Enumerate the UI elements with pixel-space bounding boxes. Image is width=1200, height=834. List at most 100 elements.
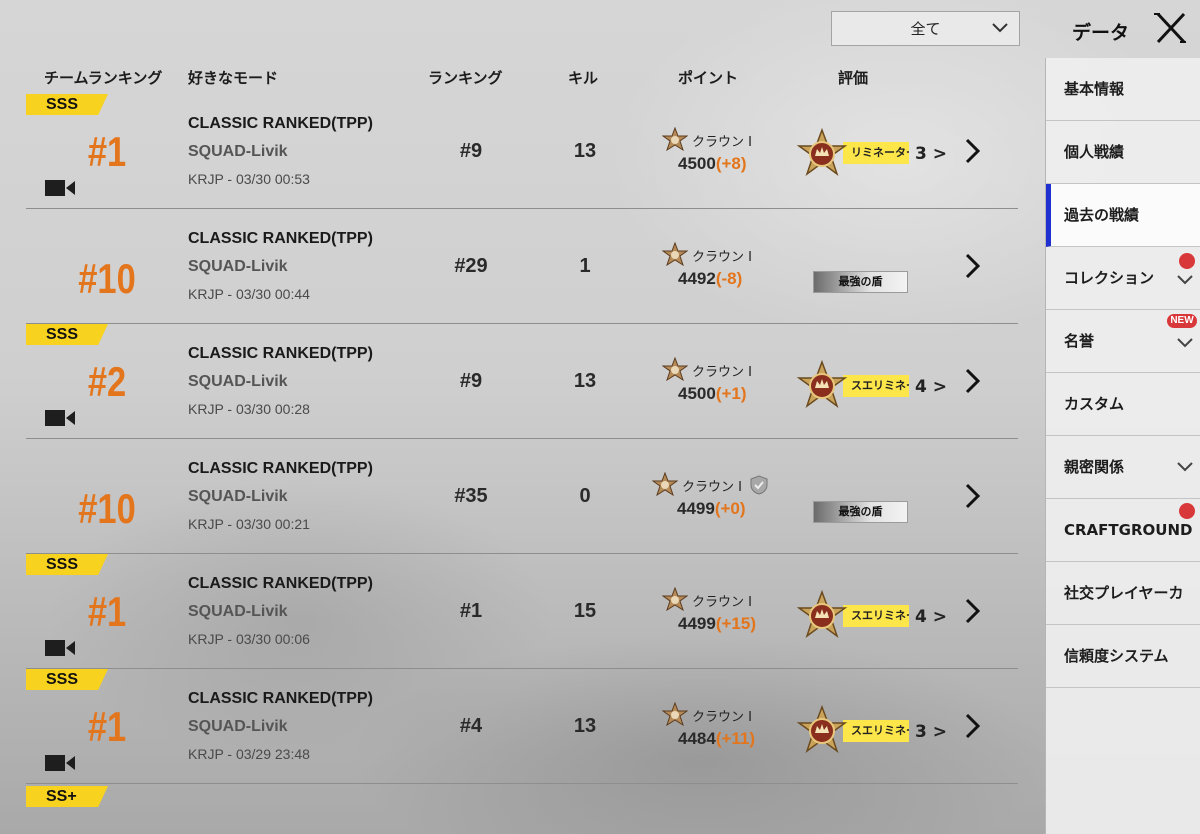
tier-name: クラウン Ⅰ <box>682 479 742 495</box>
match-row[interactable]: #10 CLASSIC RANKED(TPP) SQUAD-Livik KRJP - … <box>26 439 1018 554</box>
sidebar-item-relationships[interactable]: 親密関係 <box>1046 436 1200 499</box>
points-total: 4499 <box>677 499 715 518</box>
match-ranking: #9 <box>459 140 483 162</box>
match-row[interactable]: SSS #1 CLASSIC RANKED(TPP) SQUAD-Livik KRJP… <box>26 669 1018 784</box>
match-mode: CLASSIC RANKED(TPP) <box>188 115 373 132</box>
honor-tag: スエリミネー <box>843 605 909 627</box>
video-replay-icon[interactable] <box>44 638 76 658</box>
chevron-right-icon[interactable] <box>962 137 984 165</box>
points-delta: (+11) <box>715 729 756 748</box>
match-kills: 0 <box>579 485 591 507</box>
sidebar-item-label: 信頼度システム <box>1064 647 1169 665</box>
match-row[interactable]: SSS #2 CLASSIC RANKED(TPP) SQUAD-Livik KRJP… <box>26 324 1018 439</box>
sidebar-item-craftground[interactable]: CRAFTGROUND <box>1046 499 1200 562</box>
match-row[interactable]: SSS #1 CLASSIC RANKED(TPP) SQUAD-Livik KRJP… <box>26 554 1018 669</box>
chevron-right-icon[interactable] <box>962 712 984 740</box>
points-delta: (+0) <box>714 499 746 518</box>
medal-icon[interactable] <box>796 128 848 180</box>
col-ranking: ランキング <box>428 69 503 87</box>
video-replay-icon[interactable] <box>44 753 76 773</box>
match-row[interactable]: SSS #1 CLASSIC RANKED(TPP) SQUAD-Livik KRJP… <box>26 94 1018 209</box>
match-kills: 13 <box>573 370 597 392</box>
video-replay-icon[interactable] <box>44 178 76 198</box>
sidebar-item-label: CRAFTGROUND <box>1064 521 1193 539</box>
chevron-right-icon[interactable] <box>962 252 984 280</box>
sidebar-item-basic-info[interactable]: 基本情報 <box>1046 58 1200 121</box>
medal-icon[interactable] <box>796 705 848 757</box>
match-kills: 13 <box>573 140 597 162</box>
team-place: #10 <box>78 485 136 532</box>
honor-count[interactable]: 3 > <box>915 722 947 742</box>
match-ranking: #1 <box>459 600 483 622</box>
chevron-right-icon[interactable] <box>962 367 984 395</box>
sidebar: 基本情報 個人戦績 過去の戦績 コレクション 名誉 NEW カスタム 親密関係 … <box>1045 58 1200 834</box>
medal-icon[interactable] <box>796 590 848 642</box>
points-total: 4499 <box>678 614 716 633</box>
team-place: #1 <box>87 128 127 175</box>
match-filter-dropdown[interactable]: 全て <box>831 11 1020 46</box>
match-date: KRJP - 03/30 00:06 <box>188 631 310 647</box>
match-date: KRJP - 03/30 00:21 <box>188 516 310 532</box>
match-mode: CLASSIC RANKED(TPP) <box>188 230 373 247</box>
sidebar-item-personal-stats[interactable]: 個人戦績 <box>1046 121 1200 184</box>
sidebar-item-match-history[interactable]: 過去の戦績 <box>1046 184 1200 247</box>
medal-icon[interactable] <box>796 360 848 412</box>
match-submode: SQUAD-Livik <box>188 488 288 505</box>
match-date: KRJP - 03/30 00:53 <box>188 171 310 187</box>
points-delta: (+1) <box>715 384 747 403</box>
chevron-right-icon[interactable] <box>962 482 984 510</box>
match-ranking: #29 <box>454 255 488 277</box>
match-submode: SQUAD-Livik <box>188 718 288 735</box>
chevron-down-icon <box>1177 338 1193 348</box>
col-kills: キル <box>568 69 599 87</box>
crown-tier-icon <box>662 702 688 727</box>
gift-icon <box>1179 503 1195 519</box>
chevron-right-icon[interactable] <box>962 597 984 625</box>
tier-name: クラウン Ⅰ <box>692 134 752 150</box>
gift-icon <box>1179 253 1195 269</box>
new-badge: NEW <box>1167 314 1197 328</box>
col-fav-mode: 好きなモード <box>188 69 279 87</box>
sidebar-item-trust-system[interactable]: 信頼度システム <box>1046 625 1200 688</box>
honor-tag: リミネーター <box>843 142 909 164</box>
sidebar-item-label: 親密関係 <box>1064 458 1125 476</box>
tier-name: クラウン Ⅰ <box>692 249 752 265</box>
chevron-down-icon <box>992 23 1008 33</box>
rank-badge: SSS <box>26 324 108 345</box>
match-kills: 13 <box>573 715 597 737</box>
match-mode: CLASSIC RANKED(TPP) <box>188 345 373 362</box>
crown-tier-icon <box>662 242 688 267</box>
match-points: 4500(+1) <box>678 384 747 404</box>
sidebar-item-custom[interactable]: カスタム <box>1046 373 1200 436</box>
video-replay-icon[interactable] <box>44 408 76 428</box>
sidebar-item-label: カスタム <box>1064 395 1125 413</box>
rank-badge: SSS <box>26 94 108 115</box>
tier-name: クラウン Ⅰ <box>692 594 752 610</box>
honor-count[interactable]: 3 > <box>915 144 947 164</box>
match-kills: 15 <box>573 600 597 622</box>
crown-tier-icon <box>662 587 688 612</box>
page-title: データ <box>1072 22 1130 44</box>
sidebar-item-label: 名誉 <box>1064 332 1095 350</box>
match-row[interactable]: #10 CLASSIC RANKED(TPP) SQUAD-Livik KRJP - … <box>26 209 1018 324</box>
match-kills: 1 <box>579 255 591 277</box>
sidebar-item-label: 社交プレイヤーカ <box>1064 584 1184 602</box>
match-submode: SQUAD-Livik <box>188 373 288 390</box>
close-icon[interactable] <box>1150 10 1190 46</box>
shield-icon <box>750 475 768 495</box>
honor-count[interactable]: 4 > <box>915 377 947 397</box>
crown-tier-icon <box>652 472 678 497</box>
tier-name: クラウン Ⅰ <box>692 364 752 380</box>
team-place: #10 <box>78 255 136 302</box>
tier-line: クラウン Ⅰ <box>662 702 752 728</box>
rank-badge: SSS <box>26 669 108 690</box>
sidebar-item-collection[interactable]: コレクション <box>1046 247 1200 310</box>
honor-count[interactable]: 4 > <box>915 607 947 627</box>
honor-tag: スエリミネー <box>843 720 909 742</box>
tier-line: クラウン Ⅰ <box>662 242 752 268</box>
match-submode: SQUAD-Livik <box>188 603 288 620</box>
sidebar-item-label: 過去の戦績 <box>1064 206 1140 224</box>
sidebar-item-honor[interactable]: 名誉 NEW <box>1046 310 1200 373</box>
sidebar-item-label: コレクション <box>1064 269 1155 287</box>
sidebar-item-social-card[interactable]: 社交プレイヤーカ <box>1046 562 1200 625</box>
